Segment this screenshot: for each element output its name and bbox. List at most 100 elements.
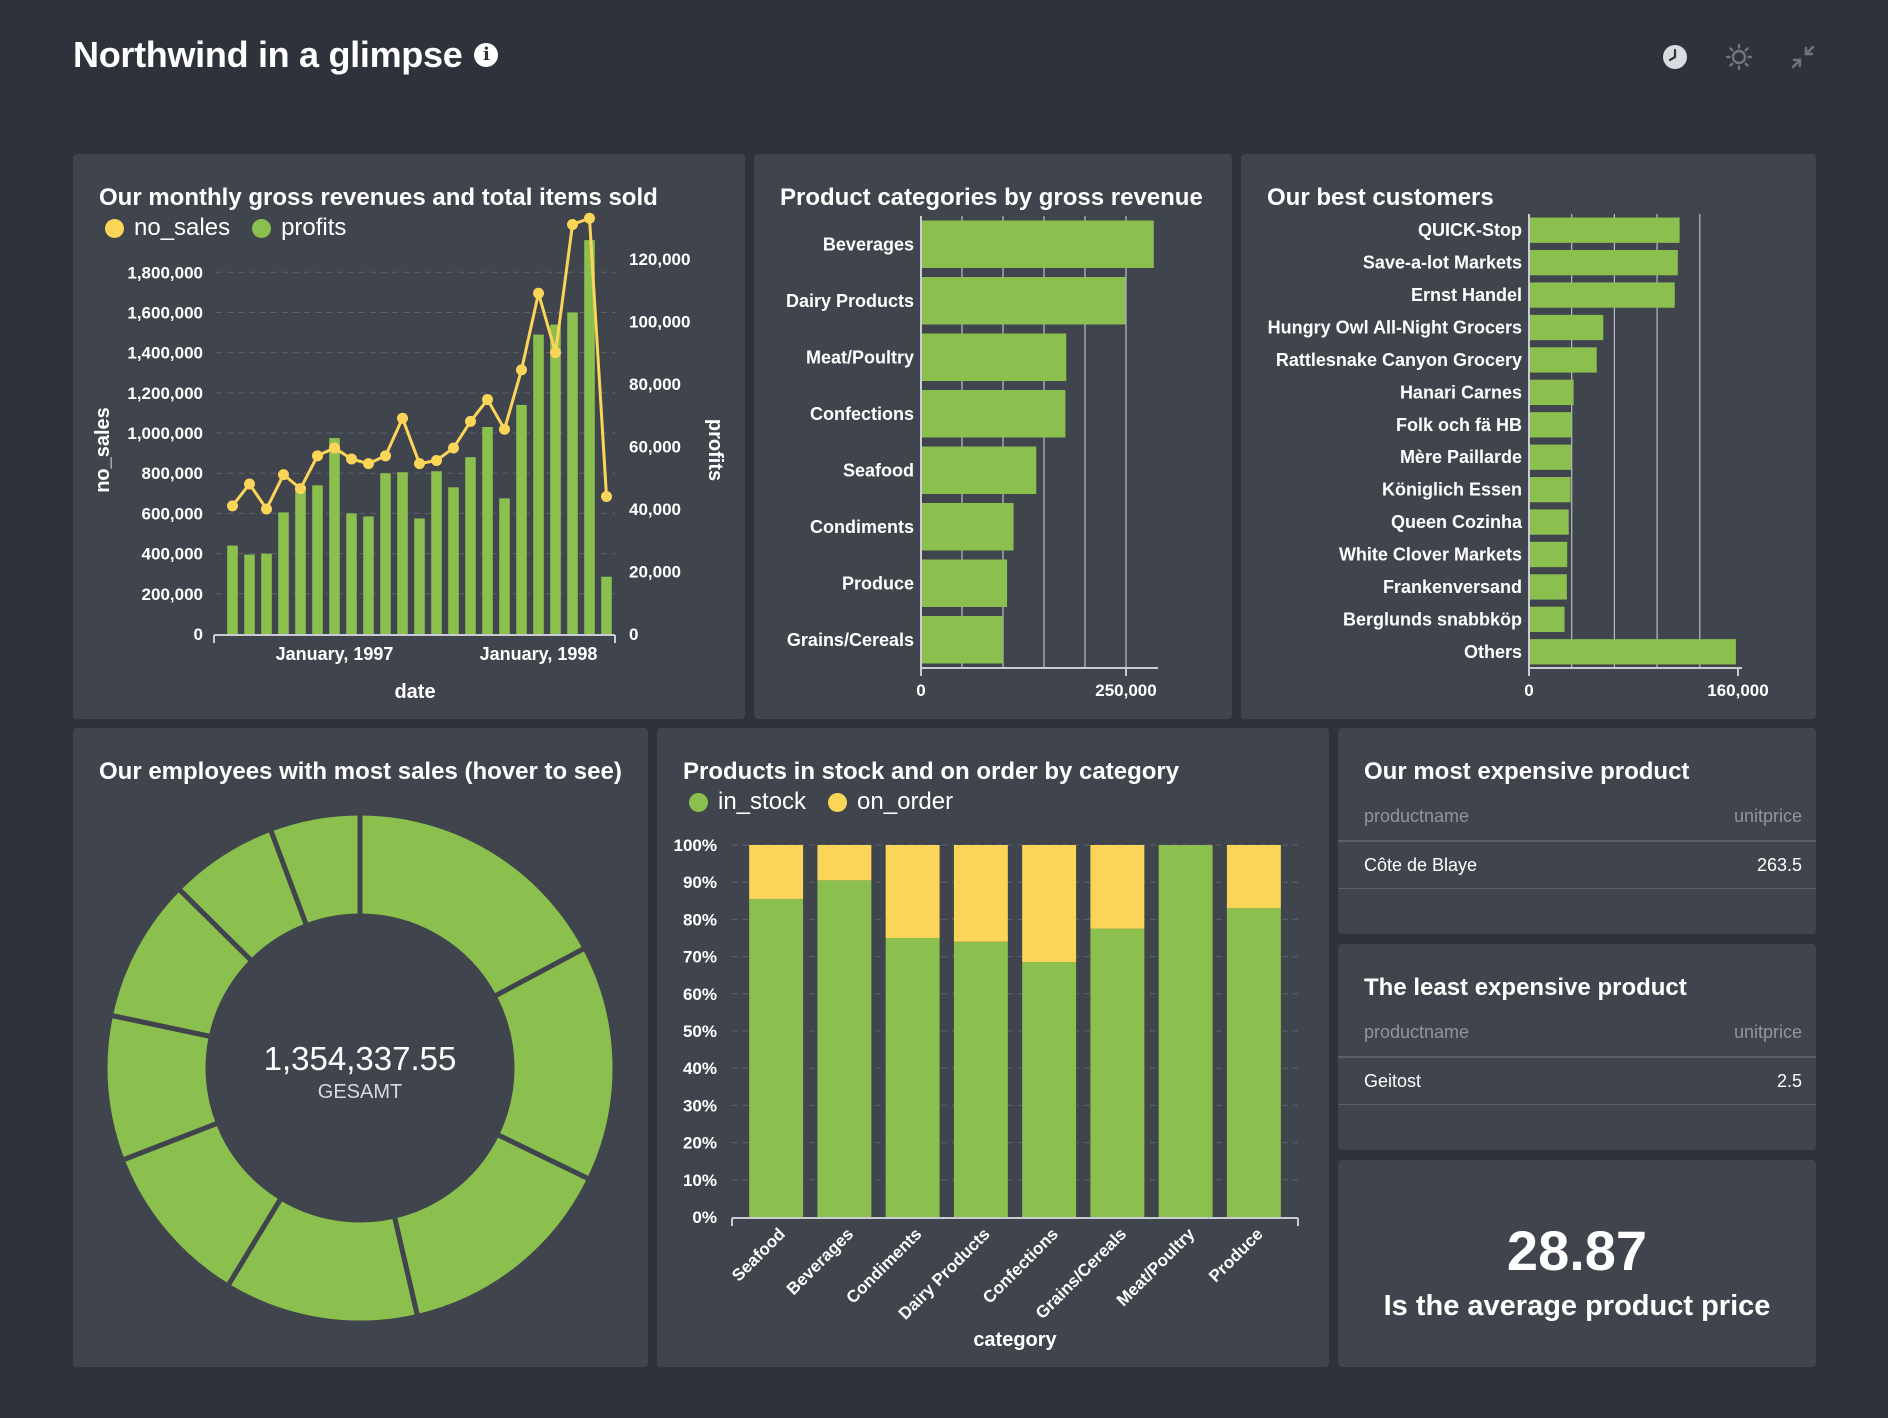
category-label: Others bbox=[1464, 642, 1522, 662]
y2-tick-label: 100,000 bbox=[629, 312, 690, 331]
cheap-table: productname unitprice Geitost 2.5 bbox=[1338, 1008, 1816, 1105]
y-tick-label: 70% bbox=[683, 948, 717, 967]
category-label: Dairy Products bbox=[786, 291, 914, 311]
y-tick-label: 80% bbox=[683, 910, 717, 929]
table-row: Côte de Blaye 263.5 bbox=[1338, 842, 1816, 889]
employees-card: Our employees with most sales (hover to … bbox=[73, 728, 648, 1367]
bar bbox=[1530, 476, 1571, 503]
point-profits bbox=[244, 478, 255, 490]
bar bbox=[922, 559, 1008, 607]
table-header: productname unitprice bbox=[1338, 1008, 1816, 1058]
info-icon[interactable]: i bbox=[474, 43, 499, 67]
bar-no-sales bbox=[516, 404, 527, 634]
category-label: Seafood bbox=[843, 460, 914, 480]
bar bbox=[1530, 412, 1572, 438]
point-profits bbox=[499, 423, 510, 435]
y-tick-label: 50% bbox=[683, 1022, 717, 1041]
bar-no-sales bbox=[550, 324, 561, 634]
bar-on-order bbox=[817, 845, 872, 881]
category-label: White Clover Markets bbox=[1339, 545, 1522, 565]
point-profits bbox=[278, 469, 289, 481]
categories-chart[interactable]: Beverages Dairy Products Meat/Poultry Confe… bbox=[754, 154, 1232, 719]
column-header-productname[interactable]: productname bbox=[1364, 1022, 1469, 1043]
category-label: Ernst Handel bbox=[1411, 285, 1522, 305]
bar-no-sales bbox=[380, 473, 391, 634]
column-header-unitprice[interactable]: unitprice bbox=[1734, 1022, 1802, 1043]
category-label: Königlich Essen bbox=[1382, 480, 1522, 500]
revenue-chart[interactable]: 0 200,000 400,000 600,000 800,000 1,000,000 1,… bbox=[73, 154, 745, 719]
bar bbox=[1530, 379, 1574, 406]
point-profits bbox=[482, 394, 493, 406]
x-axis-title: category bbox=[973, 1329, 1057, 1351]
bar-in-stock bbox=[817, 880, 872, 1217]
point-profits bbox=[261, 503, 272, 515]
stock-card: Products in stock and on order by catego… bbox=[657, 728, 1329, 1367]
dashboard-title: Northwind in a glimpse bbox=[73, 34, 463, 75]
y-tick-label: 10% bbox=[683, 1171, 717, 1190]
cell-unitprice: 2.5 bbox=[1776, 1070, 1802, 1091]
categories-card: Product categories by gross revenue Beve… bbox=[754, 154, 1232, 719]
donut-total-value: 1,354,337.55 bbox=[264, 1040, 457, 1077]
bar bbox=[1530, 217, 1680, 243]
y-tick-label: 60% bbox=[683, 985, 717, 1004]
y-tick-label: 1,400,000 bbox=[127, 344, 203, 363]
y2-tick-label: 20,000 bbox=[629, 562, 681, 581]
point-profits bbox=[227, 500, 238, 512]
bar bbox=[1530, 574, 1567, 600]
x-tick-label: Beverages bbox=[783, 1224, 857, 1298]
bar bbox=[1530, 606, 1565, 633]
point-profits bbox=[448, 442, 459, 454]
x-tick-label: Seafood bbox=[728, 1224, 789, 1285]
bar-no-sales bbox=[448, 487, 459, 634]
theme-icon[interactable] bbox=[1724, 42, 1754, 72]
column-header-unitprice[interactable]: unitprice bbox=[1734, 806, 1802, 827]
bar-in-stock bbox=[885, 938, 940, 1217]
bar-no-sales bbox=[431, 471, 442, 634]
category-label: QUICK-Stop bbox=[1418, 220, 1522, 240]
category-label: Save-a-lot Markets bbox=[1363, 253, 1522, 273]
bar-no-sales bbox=[533, 334, 544, 634]
y2-tick-label: 120,000 bbox=[629, 250, 690, 269]
y2-tick-label: 0 bbox=[629, 625, 638, 644]
y-tick-label: 1,200,000 bbox=[127, 384, 203, 403]
x-tick-label: January, 1998 bbox=[480, 644, 598, 664]
y-tick-label: 90% bbox=[683, 873, 717, 892]
category-label: Folk och fä HB bbox=[1396, 415, 1522, 435]
x-tick-label: 160,000 bbox=[1707, 681, 1768, 700]
stock-chart[interactable]: 0% 10% 20% 30% 40% 50% 60% 70% 80% 90% 100% Seafood… bbox=[657, 728, 1329, 1367]
column-header-productname[interactable]: productname bbox=[1364, 806, 1469, 827]
point-profits bbox=[363, 458, 374, 470]
average-price-label: Is the average product price bbox=[1383, 1290, 1771, 1322]
point-profits bbox=[465, 415, 476, 427]
y-tick-label: 0% bbox=[692, 1208, 717, 1227]
y-tick-label: 400,000 bbox=[142, 545, 203, 564]
bar bbox=[1530, 314, 1604, 341]
cell-unitprice: 263.5 bbox=[1756, 854, 1802, 875]
category-label: Mère Paillarde bbox=[1400, 447, 1522, 467]
average-price-card: 28.87 Is the average product price bbox=[1338, 1160, 1816, 1367]
employees-donut-chart[interactable]: 1,354,337.55 GESAMT bbox=[73, 728, 648, 1367]
point-profits bbox=[397, 412, 408, 424]
bar-no-sales bbox=[261, 553, 272, 634]
dashboard-header: Northwind in a glimpse i bbox=[73, 30, 499, 80]
bar-no-sales bbox=[227, 545, 238, 634]
category-label: Grains/Cereals bbox=[787, 630, 914, 650]
bar-in-stock bbox=[1226, 908, 1281, 1217]
y-tick-label: 0 bbox=[194, 625, 203, 644]
bar-in-stock bbox=[749, 898, 804, 1217]
bar-no-sales bbox=[312, 485, 323, 634]
bar-in-stock bbox=[1022, 962, 1077, 1217]
y2-tick-label: 60,000 bbox=[629, 437, 681, 456]
y-tick-label: 1,600,000 bbox=[127, 303, 203, 322]
bar-no-sales bbox=[244, 554, 255, 634]
y-tick-label: 600,000 bbox=[142, 504, 203, 523]
category-label: Hungry Owl All-Night Grocers bbox=[1268, 318, 1522, 338]
expensive-card-title: Our most expensive product bbox=[1364, 758, 1690, 785]
collapse-icon[interactable] bbox=[1788, 42, 1818, 72]
bar bbox=[1530, 639, 1736, 665]
x-tick-label: 0 bbox=[1524, 681, 1533, 700]
clock-icon[interactable] bbox=[1660, 42, 1690, 72]
customers-chart[interactable]: QUICK-Stop Save-a-lot Markets Ernst Handel… bbox=[1241, 154, 1816, 719]
table-header: productname unitprice bbox=[1338, 792, 1816, 842]
category-label: Confections bbox=[810, 404, 914, 424]
